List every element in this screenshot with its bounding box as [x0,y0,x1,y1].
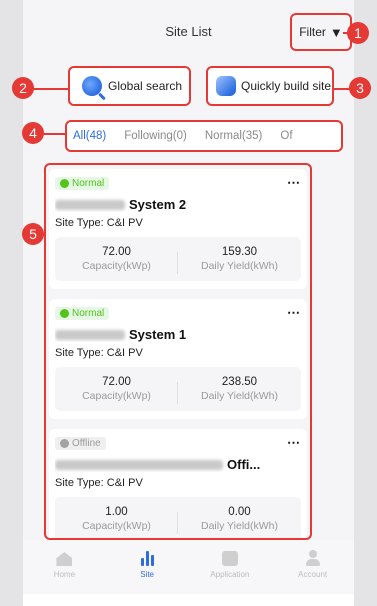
home-icon [56,552,73,566]
status-label: Offline [72,437,101,449]
site-card[interactable]: Normal ⋯ x System 1 Site Type: C&I PV 72… [49,299,307,419]
daily-yield-label: Daily Yield(kWh) [200,390,279,402]
site-name: x Offi... [55,457,301,472]
build-site-icon [216,76,236,96]
search-icon [82,76,102,96]
tab-offline[interactable]: Of [280,130,292,142]
status-badge: Offline [55,436,106,450]
site-type: Site Type: C&I PV [55,217,143,229]
callout-2: 2 [12,77,34,99]
redacted-owner: x [55,199,125,210]
daily-yield-stat: 238.50 Daily Yield(kWh) [178,376,301,402]
redacted-owner: x [55,459,223,470]
capacity-label: Capacity(kWp) [82,390,151,402]
tabbar-home[interactable]: Home [23,540,106,594]
header: Site List Filter ▼ [23,0,354,62]
daily-yield-label: Daily Yield(kWh) [200,260,279,272]
capacity-value: 72.00 [102,376,131,388]
capacity-stat: 1.00 Capacity(kWp) [55,506,178,534]
bar-chart-icon [140,550,154,566]
home-indicator-area [23,594,354,606]
callout-5: 5 [22,223,44,245]
callout-3: 3 [349,77,371,99]
site-card[interactable]: Normal ⋯ x System 2 Site Type: C&I PV 72… [49,169,307,289]
status-label: Normal [72,177,105,189]
status-badge: Normal [55,176,110,190]
filter-funnel-icon: ▼ [329,24,343,40]
daily-yield-value: 238.50 [221,376,258,388]
site-name: x System 2 [55,197,301,212]
more-options-icon[interactable]: ⋯ [287,305,301,321]
briefcase-icon [221,551,238,566]
callout-1: 1 [347,22,369,44]
daily-yield-stat: 0.00 Daily Yield(kWh) [178,506,301,532]
capacity-label: Capacity(kWp) [82,260,151,272]
callout-4: 4 [22,122,44,144]
site-list[interactable]: Normal ⋯ x System 2 Site Type: C&I PV 72… [44,163,312,540]
quick-build-site-button[interactable]: Quickly build site [206,66,334,106]
daily-yield-value: 0.00 [228,506,251,518]
site-name-text: System 1 [129,327,187,342]
more-options-icon[interactable]: ⋯ [287,435,301,451]
site-stats: 1.00 Capacity(kWp) 0.00 Daily Yield(kWh) [55,497,301,538]
site-stats: 72.00 Capacity(kWp) 238.50 Daily Yield(k… [55,367,301,411]
capacity-label: Capacity(kWp) [82,520,151,532]
global-search-button[interactable]: Global search [68,66,191,106]
tabbar-site-label: Site [140,570,155,579]
tab-normal[interactable]: Normal(35) [205,130,263,142]
more-options-icon[interactable]: ⋯ [287,175,301,191]
quick-build-label: Quickly build site [241,79,332,93]
tabbar-application[interactable]: Application [189,540,272,594]
tabbar-home-label: Home [53,570,76,579]
check-icon [60,308,69,318]
capacity-stat: 72.00 Capacity(kWp) [55,376,178,404]
quick-actions: Global search Quickly build site [23,66,354,112]
tabbar-site[interactable]: Site [106,540,189,594]
filter-label: Filter [299,25,326,39]
status-label: Normal [72,307,105,319]
tabbar-account-label: Account [298,570,328,579]
site-name-text: Offi... [227,457,261,472]
capacity-stat: 72.00 Capacity(kWp) [55,246,178,274]
site-type: Site Type: C&I PV [55,347,143,359]
site-stats: 72.00 Capacity(kWp) 159.30 Daily Yield(k… [55,237,301,281]
site-name-text: System 2 [129,197,187,212]
tab-following[interactable]: Following(0) [124,130,187,142]
global-search-label: Global search [108,79,183,93]
bottom-tab-bar: Home Site Application Account [23,540,354,594]
site-name: x System 1 [55,327,301,342]
tab-all[interactable]: All(48) [73,130,106,142]
capacity-value: 1.00 [105,506,128,518]
capacity-value: 72.00 [102,246,131,258]
tabbar-account[interactable]: Account [271,540,354,594]
tabbar-application-label: Application [210,570,250,579]
redacted-owner: x [55,329,125,340]
filter-tabs: All(48) Following(0) Normal(35) Of [65,120,343,152]
check-icon [60,178,69,188]
status-badge: Normal [55,306,110,320]
user-icon [305,550,321,566]
daily-yield-label: Daily Yield(kWh) [200,520,279,532]
daily-yield-value: 159.30 [221,246,258,258]
site-card[interactable]: Offline ⋯ x Offi... Site Type: C&I PV 1.… [49,429,307,538]
offline-icon [60,438,69,448]
daily-yield-stat: 159.30 Daily Yield(kWh) [178,246,301,272]
site-type: Site Type: C&I PV [55,477,143,489]
